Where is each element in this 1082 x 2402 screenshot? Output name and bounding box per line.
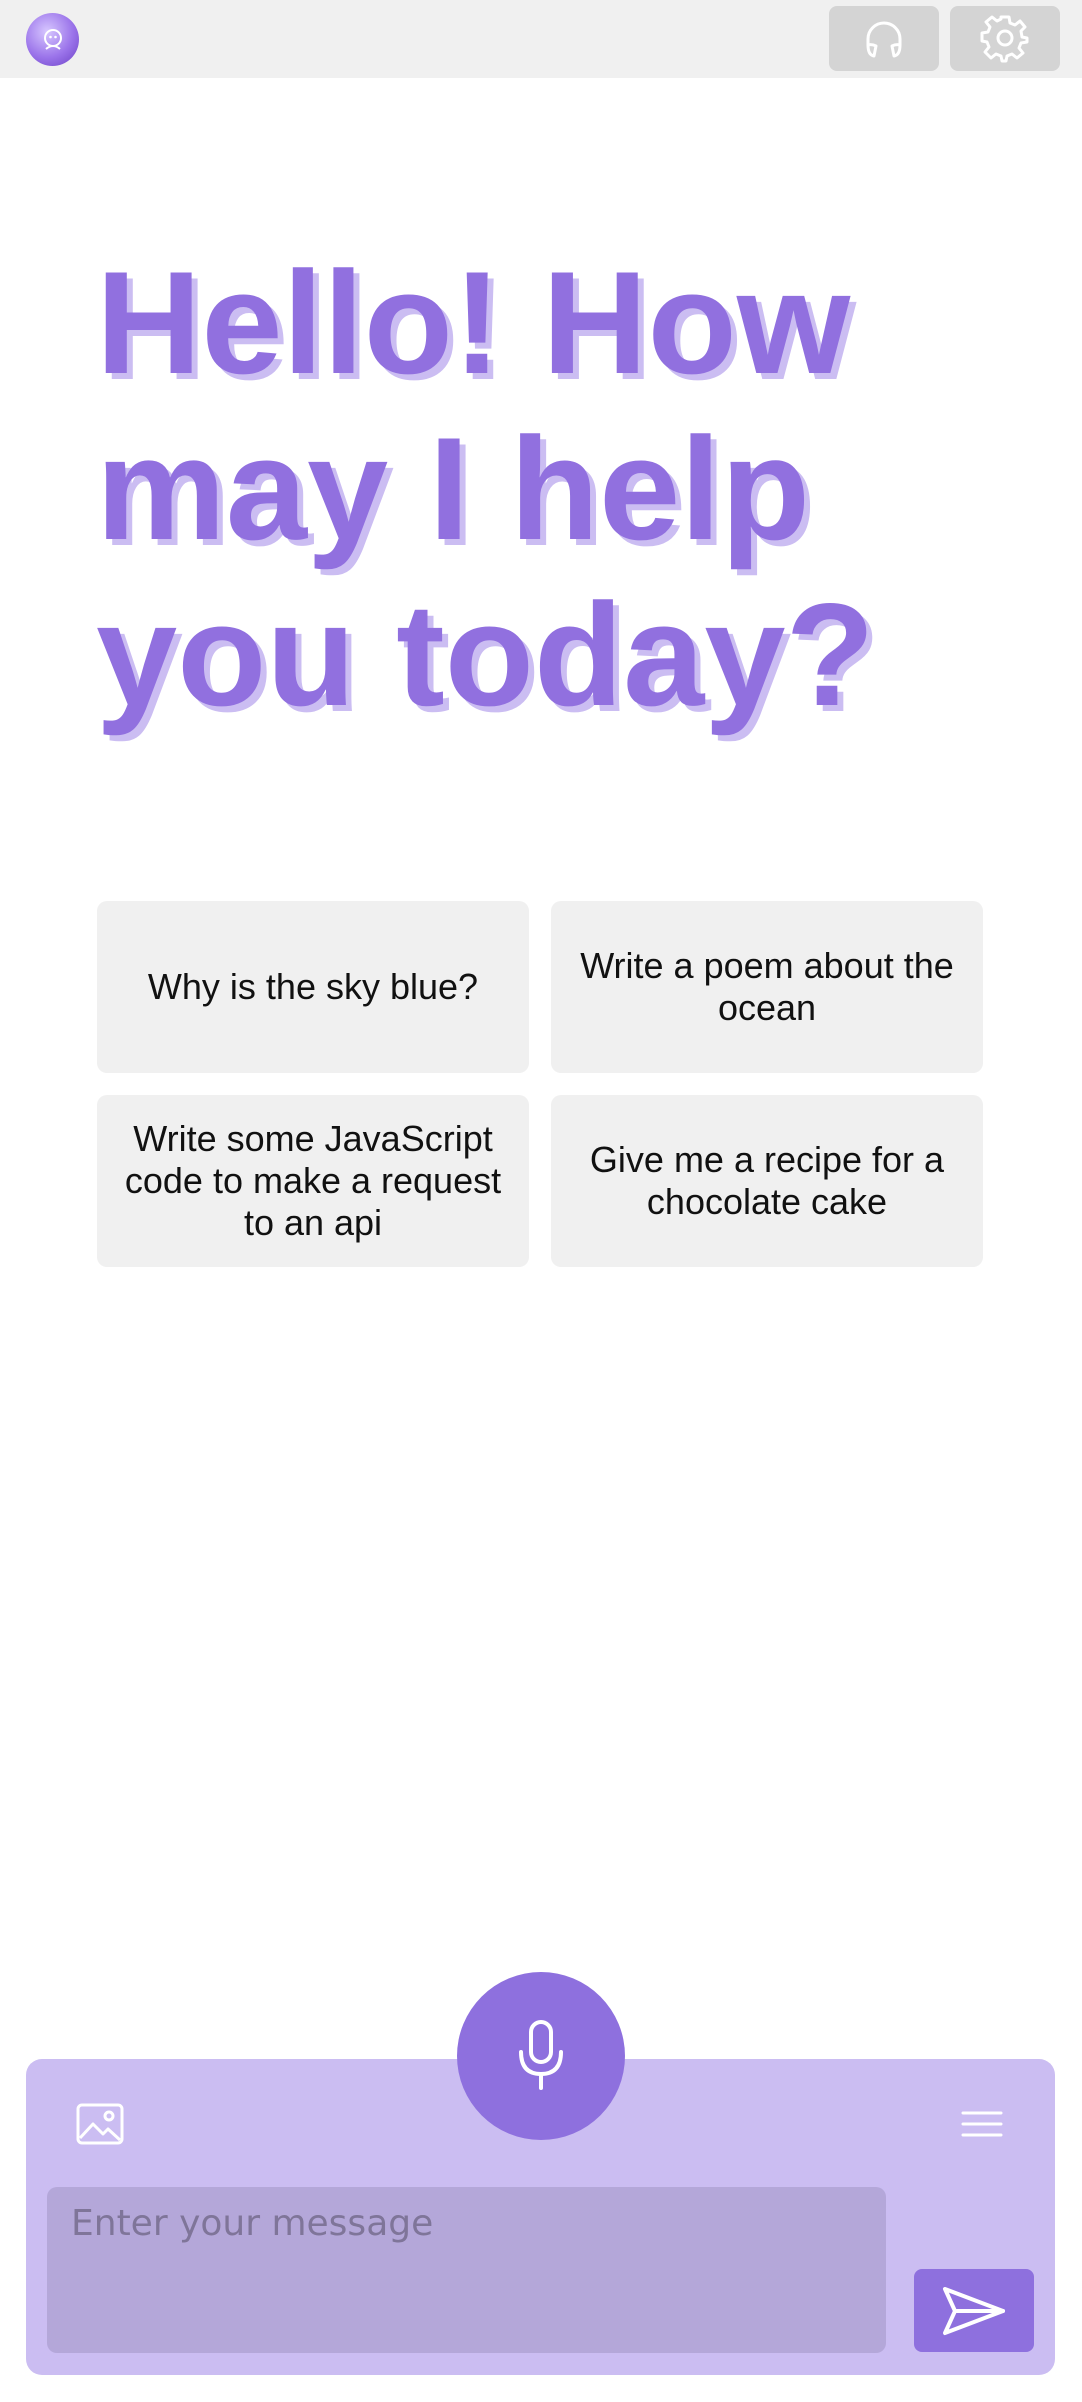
settings-button[interactable] (950, 6, 1060, 71)
menu-button[interactable] (957, 2104, 1007, 2144)
headphones-icon (866, 21, 902, 57)
suggestion-card[interactable]: Give me a recipe for a chocolate cake (551, 1095, 983, 1267)
assistant-face-icon[interactable] (26, 13, 79, 66)
send-button[interactable] (914, 2269, 1034, 2352)
message-input[interactable] (47, 2187, 886, 2353)
gear-icon (980, 15, 1029, 62)
send-icon (943, 2286, 1005, 2335)
menu-icon (961, 2111, 1003, 2137)
suggestion-card[interactable]: Write a poem about the ocean (551, 901, 983, 1073)
microphone-icon (519, 2020, 563, 2090)
greeting-heading: Hello! How may I help you today? (96, 241, 875, 736)
suggestion-card[interactable]: Write some JavaScript code to make a req… (97, 1095, 529, 1267)
microphone-button[interactable] (457, 1972, 625, 2140)
top-bar (0, 0, 1082, 78)
suggestion-card[interactable]: Why is the sky blue? (97, 901, 529, 1073)
attach-image-button[interactable] (72, 2098, 128, 2150)
image-icon (76, 2103, 124, 2145)
suggestion-grid: Why is the sky blue? Write a poem about … (97, 901, 983, 1267)
headphones-button[interactable] (829, 6, 939, 71)
